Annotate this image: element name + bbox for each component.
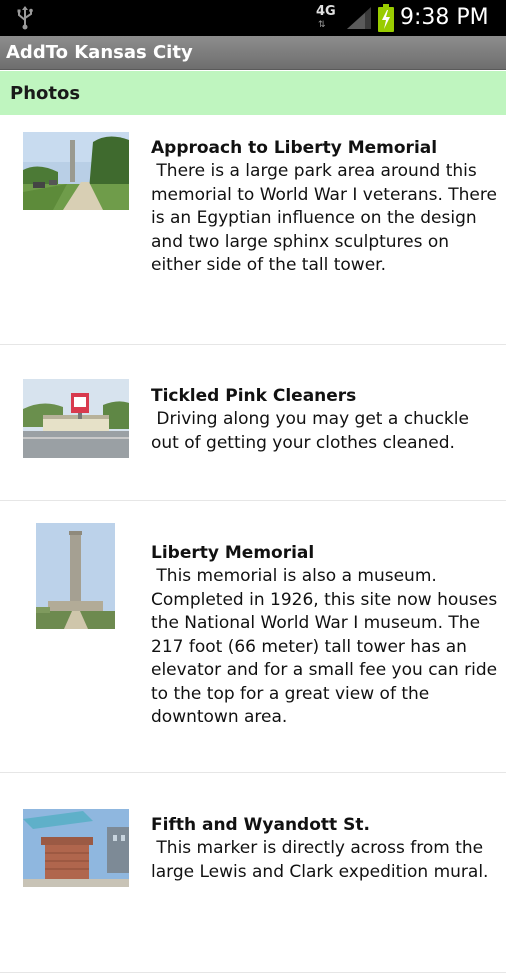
- battery-charging-icon: [378, 4, 394, 32]
- item-title: Liberty Memorial: [151, 543, 315, 563]
- app-title: AddTo Kansas City: [6, 42, 193, 63]
- item-text: Liberty Memorial This memorial is also a…: [151, 542, 498, 730]
- usb-icon: [17, 6, 33, 30]
- item-title: Fifth and Wyandott St.: [151, 815, 370, 835]
- clock: 9:38 PM: [400, 5, 489, 30]
- section-title: Photos: [10, 83, 81, 104]
- dry-cleaner-building-thumbnail: [23, 379, 129, 458]
- item-text: Approach to Liberty Memorial There is a …: [151, 137, 498, 278]
- item-title: Approach to Liberty Memorial: [151, 138, 438, 158]
- item-text: Tickled Pink Cleaners Driving along you …: [151, 385, 498, 455]
- brick-marker-thumbnail: [23, 809, 129, 887]
- signal-icon: [347, 7, 371, 29]
- photo-list[interactable]: Approach to Liberty Memorial There is a …: [0, 115, 506, 973]
- app-title-bar: AddTo Kansas City: [0, 36, 506, 70]
- network-type-label: 4G: [316, 4, 336, 19]
- item-description: Driving along you may get a chuckle out …: [151, 409, 475, 453]
- item-text: Fifth and Wyandott St. This marker is di…: [151, 814, 498, 884]
- item-title: Tickled Pink Cleaners: [151, 386, 357, 406]
- list-item[interactable]: Approach to Liberty Memorial There is a …: [0, 115, 506, 345]
- memorial-tower-thumbnail: [36, 523, 115, 629]
- road-to-memorial-thumbnail: [23, 132, 129, 210]
- status-bar: 4G ⇅ 9:38 PM: [0, 0, 506, 36]
- list-item[interactable]: Fifth and Wyandott St. This marker is di…: [0, 773, 506, 973]
- item-description: This memorial is also a museum. Complete…: [151, 566, 503, 727]
- item-description: This marker is directly across from the …: [151, 838, 489, 882]
- list-item[interactable]: Liberty Memorial This memorial is also a…: [0, 501, 506, 773]
- item-description: There is a large park area around this m…: [151, 161, 503, 275]
- list-item[interactable]: Tickled Pink Cleaners Driving along you …: [0, 345, 506, 501]
- data-activity-icon: ⇅: [318, 20, 326, 30]
- section-header: Photos: [0, 71, 506, 115]
